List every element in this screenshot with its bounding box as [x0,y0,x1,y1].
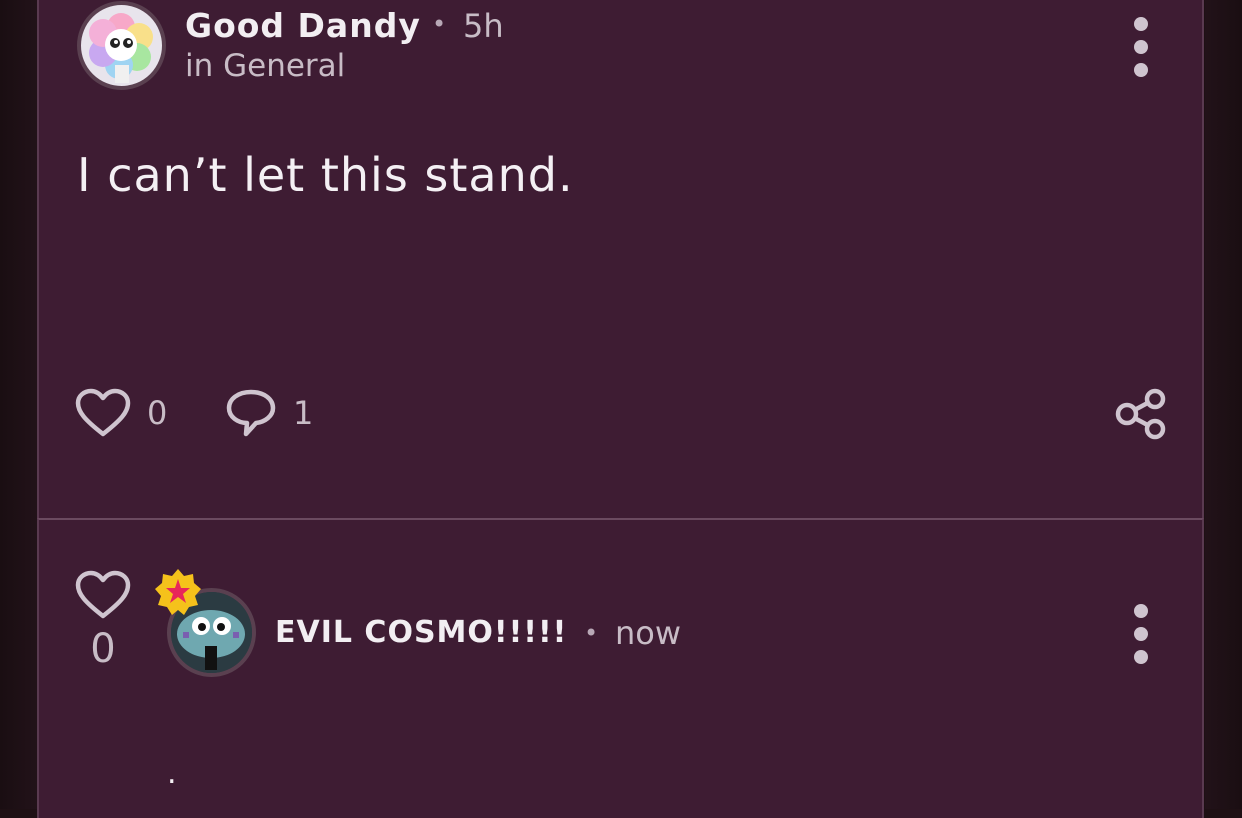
left-backdrop [0,0,38,809]
comment-timestamp: now [615,614,682,652]
dot [1134,63,1148,77]
flower-avatar-image [89,13,153,83]
dot [1134,650,1148,664]
comment-like-button[interactable]: 0 [75,570,131,672]
post-author-avatar[interactable] [77,1,166,90]
post-card: Good Dandy • 5h in General I can’t let t… [37,0,1204,518]
post-author-name[interactable]: Good Dandy [185,6,421,45]
post-share-button[interactable] [1113,388,1169,444]
post-body: I can’t let this stand. [77,148,574,202]
star-badge-icon [153,567,203,617]
speech-bubble-icon [226,389,276,437]
dot [1134,17,1148,31]
comment-author-name[interactable]: EVIL COSMO!!!!! [275,615,567,650]
post-timestamp: 5h [463,7,504,45]
post-more-options-button[interactable] [1126,17,1156,77]
meta-separator: • [584,619,599,647]
post-category[interactable]: in General [185,48,345,84]
post-comment-button[interactable]: 1 [225,388,313,438]
dot [1134,40,1148,54]
post-like-count: 0 [147,394,168,432]
dot [1134,627,1148,641]
comment-more-options-button[interactable] [1126,604,1156,664]
comment-like-count: 0 [90,626,116,672]
comment-body: . [167,756,177,791]
heart-outline-icon [75,388,131,437]
meta-separator: • [432,10,447,38]
comment-card: 0 EVIL COSMO!!!!! • now . [37,518,1204,818]
right-backdrop [1205,0,1242,809]
share-icon [1115,388,1166,440]
post-like-button[interactable]: 0 [75,388,167,438]
post-comment-count: 1 [293,394,314,432]
heart-outline-icon [75,570,131,619]
dot [1134,604,1148,618]
